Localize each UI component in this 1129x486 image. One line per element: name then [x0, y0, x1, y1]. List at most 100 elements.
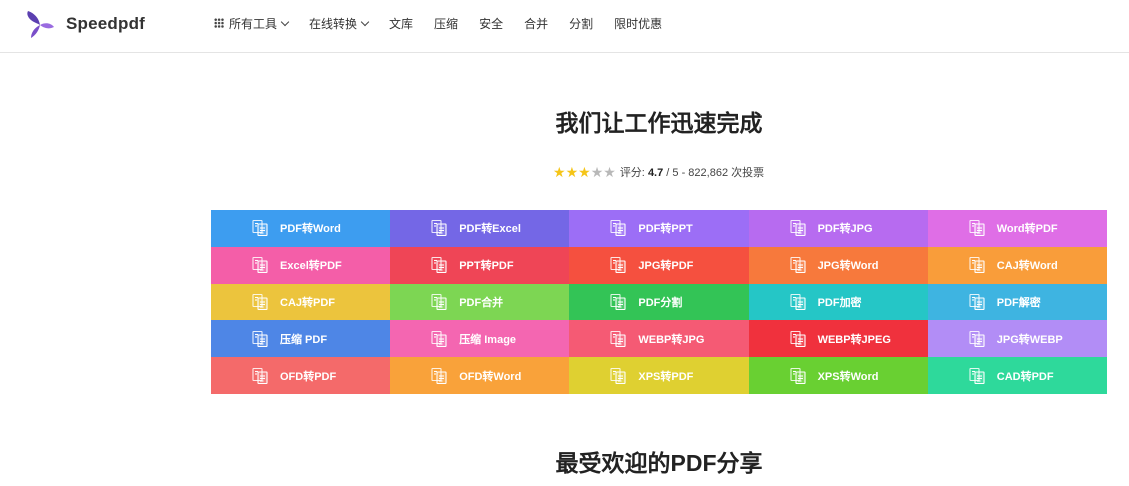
- brand-logo[interactable]: Speedpdf: [24, 8, 145, 40]
- tool-tile-17[interactable]: WEBP转JPG: [569, 320, 749, 358]
- ofd-to-word-icon: [430, 367, 459, 385]
- tool-tile-label: CAD转PDF: [996, 370, 1054, 383]
- nav-item-7[interactable]: 限时优惠: [614, 15, 662, 32]
- tool-tile-14[interactable]: PDF解密: [927, 283, 1107, 321]
- tool-tile-5[interactable]: Excel转PDF: [211, 246, 391, 284]
- tool-tile-23[interactable]: XPS转Word: [748, 357, 928, 394]
- site-header: Speedpdf 所有工具 在线转换 文库 压缩 安全 合并 分割 限时优惠: [0, 0, 1129, 53]
- nav-item-label: 分割: [569, 16, 594, 31]
- tool-tile-21[interactable]: OFD转Word: [390, 357, 570, 394]
- tool-tile-label: PDF加密: [817, 296, 862, 309]
- tool-tile-7[interactable]: JPG转PDF: [569, 246, 749, 284]
- tool-tile-label: CAJ转Word: [996, 260, 1058, 273]
- tool-tile-22[interactable]: XPS转PDF: [569, 357, 749, 394]
- tool-tile-20[interactable]: OFD转PDF: [211, 357, 391, 394]
- nav-item-label: 在线转换: [309, 16, 358, 31]
- pdf-to-ppt-icon: [609, 219, 638, 237]
- hero-title: 我们让工作迅速完成: [555, 110, 763, 136]
- tool-tile-3[interactable]: PDF转JPG: [748, 210, 928, 247]
- tool-tile-label: OFD转Word: [459, 370, 522, 383]
- tool-tile-label: PDF分割: [638, 296, 683, 309]
- pdf-to-word-icon: [251, 219, 280, 237]
- compress-image-icon: [430, 330, 459, 348]
- star-empty-icon: ★: [590, 163, 604, 180]
- jpg-to-word-icon: [789, 256, 818, 274]
- tool-tile-16[interactable]: 压缩 Image: [390, 320, 570, 358]
- nav-item-0[interactable]: 所有工具: [214, 15, 290, 32]
- chevron-down-icon: [280, 17, 290, 26]
- tool-tile-label: JPG转WEBP: [996, 333, 1063, 346]
- tool-tile-19[interactable]: JPG转WEBP: [927, 320, 1107, 358]
- star-filled-icon: ★: [578, 163, 591, 180]
- tool-tile-2[interactable]: PDF转PPT: [569, 210, 749, 247]
- tool-tile-label: 压缩 Image: [459, 333, 517, 346]
- tool-tile-label: XPS转Word: [817, 370, 879, 383]
- tool-tile-label: CAJ转PDF: [280, 296, 336, 309]
- jpg-to-pdf-icon: [609, 256, 638, 274]
- tool-tile-label: WEBP转JPG: [638, 333, 705, 346]
- tool-tile-label: 压缩 PDF: [280, 333, 328, 346]
- cad-to-pdf-icon: [968, 367, 997, 385]
- chevron-down-icon: [360, 17, 370, 26]
- tool-tile-18[interactable]: WEBP转JPEG: [748, 320, 928, 358]
- main-nav: 所有工具 在线转换 文库 压缩 安全 合并 分割 限时优惠: [214, 0, 683, 46]
- nav-item-6[interactable]: 分割: [569, 15, 593, 32]
- star-filled-icon: ★: [565, 163, 579, 180]
- caj-to-pdf-icon: [251, 293, 280, 311]
- nav-item-label: 安全: [479, 16, 504, 31]
- nav-item-1[interactable]: 在线转换: [309, 15, 370, 32]
- nav-item-5[interactable]: 合并: [524, 15, 548, 32]
- tool-tile-0[interactable]: PDF转Word: [211, 210, 391, 247]
- nav-item-2[interactable]: 文库: [389, 15, 413, 32]
- tool-tile-label: WEBP转JPEG: [817, 333, 891, 346]
- pdf-split-icon: [609, 293, 638, 311]
- tool-tile-24[interactable]: CAD转PDF: [927, 357, 1107, 394]
- nav-item-label: 压缩: [434, 16, 459, 31]
- compress-pdf-icon: [251, 330, 280, 348]
- pdf-merge-icon: [430, 293, 459, 311]
- tool-tile-label: Excel转PDF: [280, 260, 342, 273]
- tool-tile-15[interactable]: 压缩 PDF: [211, 320, 391, 358]
- caj-to-word-icon: [968, 256, 997, 274]
- butterfly-logo-icon: [27, 11, 54, 38]
- tool-tile-10[interactable]: CAJ转PDF: [211, 283, 391, 321]
- nav-item-label: 文库: [389, 16, 414, 31]
- xps-to-word-icon: [789, 367, 818, 385]
- star-filled-icon: ★: [553, 163, 566, 180]
- pdf-to-jpg-icon: [789, 219, 818, 237]
- ofd-to-pdf-icon: [251, 367, 280, 385]
- nav-item-4[interactable]: 安全: [479, 15, 503, 32]
- webp-to-jpeg-icon: [789, 330, 818, 348]
- tools-grid: PDF转Word PDF转Excel PDF转PPT PDF转JPG Word转…: [211, 210, 1107, 394]
- nav-item-label: 所有工具: [229, 16, 278, 31]
- tool-tile-4[interactable]: Word转PDF: [927, 210, 1107, 247]
- tool-tile-label: JPG转PDF: [638, 260, 694, 273]
- tool-tile-8[interactable]: JPG转Word: [748, 246, 928, 284]
- pdf-to-excel-icon: [430, 219, 459, 237]
- star-empty-icon: ★: [603, 163, 616, 180]
- tool-tile-label: PDF转Word: [280, 223, 341, 236]
- nav-item-label: 限时优惠: [614, 16, 663, 31]
- tool-tile-13[interactable]: PDF加密: [748, 283, 928, 321]
- nav-item-3[interactable]: 压缩: [434, 15, 458, 32]
- tool-tile-label: PPT转PDF: [459, 260, 514, 273]
- tool-tile-1[interactable]: PDF转Excel: [390, 210, 570, 247]
- tool-tile-12[interactable]: PDF分割: [569, 283, 749, 321]
- tool-tile-9[interactable]: CAJ转Word: [927, 246, 1107, 284]
- jpg-to-webp-icon: [968, 330, 997, 348]
- xps-to-pdf-icon: [609, 367, 638, 385]
- word-to-pdf-icon: [968, 219, 997, 237]
- tool-tile-label: OFD转PDF: [280, 370, 337, 383]
- tool-tile-label: Word转PDF: [996, 223, 1058, 236]
- tool-tile-label: PDF转PPT: [638, 223, 693, 236]
- webp-to-jpg-icon: [609, 330, 638, 348]
- brand-name: Speedpdf: [66, 14, 146, 33]
- tool-tile-6[interactable]: PPT转PDF: [390, 246, 570, 284]
- rating-score: 4.7: [647, 167, 664, 179]
- rating-stars: ★★★★★: [553, 165, 616, 180]
- pdf-encrypt-icon: [789, 293, 818, 311]
- tool-tile-11[interactable]: PDF合并: [390, 283, 570, 321]
- tool-tile-label: PDF解密: [996, 296, 1041, 309]
- pdf-decrypt-icon: [968, 293, 997, 311]
- tool-tile-label: PDF转JPG: [817, 223, 873, 236]
